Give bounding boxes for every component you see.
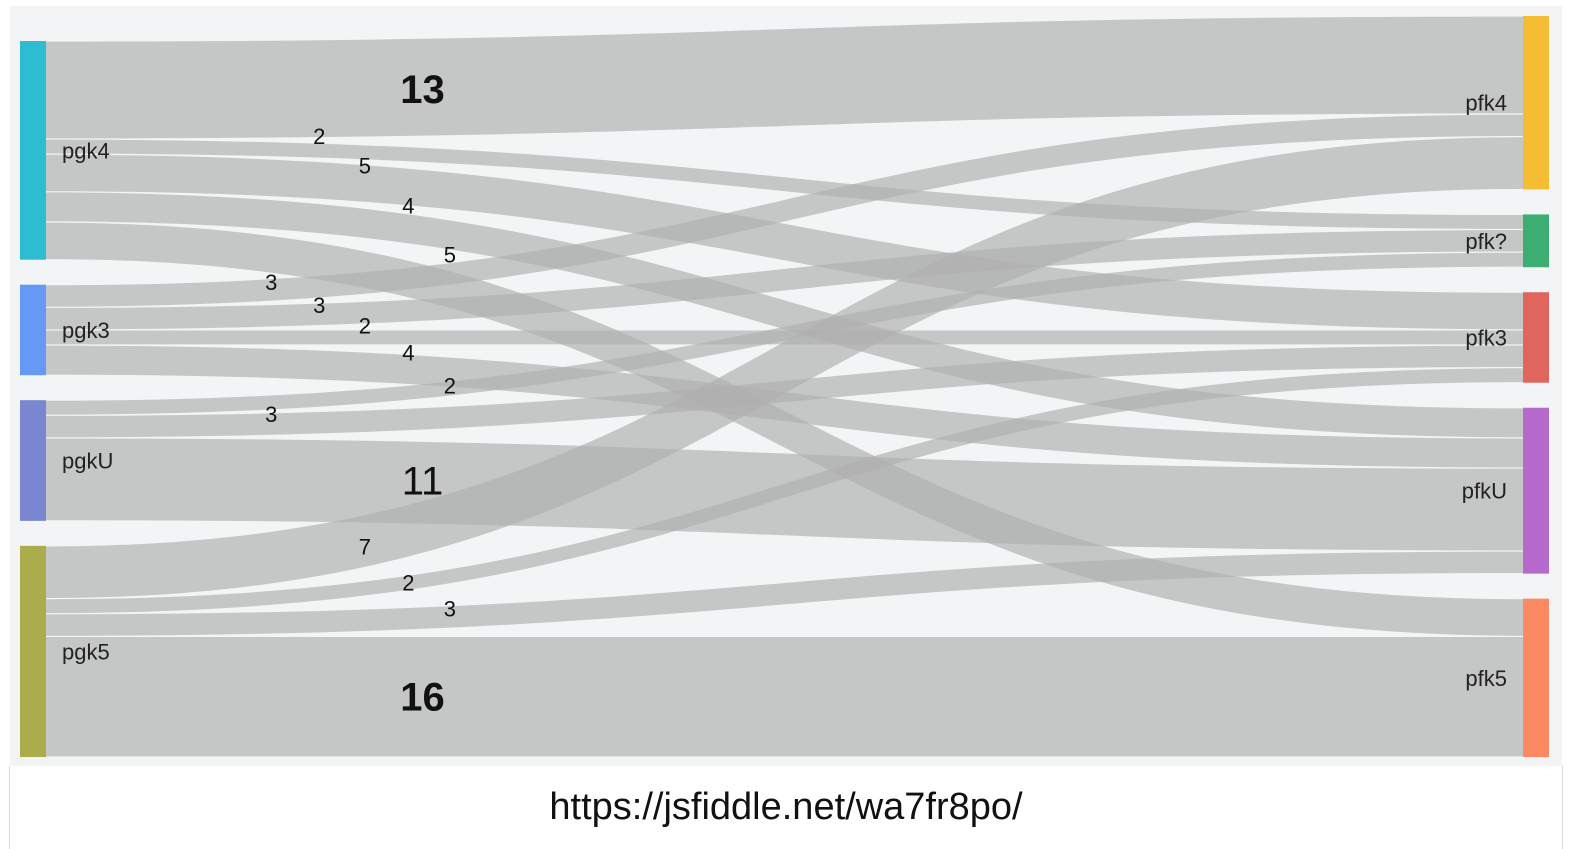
- flow-label-pgk5-pfkU: 3: [444, 597, 456, 622]
- flow-label-pgk4-pfk?: 2: [313, 124, 325, 149]
- footer-url[interactable]: https://jsfiddle.net/wa7fr8po/: [0, 786, 1572, 829]
- flow-label-pgk4-pfk5: 5: [444, 243, 456, 268]
- node-label-pfkq: pfk?: [1465, 229, 1507, 254]
- node-pgk5[interactable]: [20, 545, 46, 757]
- node-pgk4[interactable]: [20, 41, 46, 260]
- node-label-pfkU: pfkU: [1462, 479, 1507, 504]
- node-pfk4[interactable]: [1523, 16, 1549, 190]
- node-label-pfk4: pfk4: [1465, 91, 1507, 116]
- sankey-diagram: pgk4 pgk3 pgkU pgk5 pfk4 pfk? pfk3 pfkU pfk5 13 2 5…: [20, 16, 1549, 757]
- node-label-pgkU: pgkU: [62, 449, 113, 474]
- node-pfkU[interactable]: [1523, 407, 1549, 574]
- node-pfkq[interactable]: [1523, 214, 1549, 268]
- node-pfk3[interactable]: [1523, 292, 1549, 383]
- link-pgk4-pfk4[interactable]: [46, 16, 1523, 139]
- flow-label-pgk3-pfk?: 3: [313, 293, 325, 318]
- node-pgkU[interactable]: [20, 400, 46, 521]
- flow-label-pgkU-pfkU: 11: [402, 460, 444, 504]
- flow-label-pgk4-pfkU: 4: [402, 194, 414, 219]
- node-pfk5[interactable]: [1523, 598, 1549, 757]
- flow-label-pgk3-pfk3: 2: [359, 313, 371, 338]
- flow-label-pgk5-pfk5: 16: [400, 676, 445, 720]
- flow-label-pgk5-pfk3: 2: [402, 571, 414, 596]
- flow-label-pgk4-pfk4: 13: [400, 68, 445, 112]
- node-label-pgk5: pgk5: [62, 639, 110, 664]
- link-pgk5-pfk5[interactable]: [46, 636, 1523, 757]
- node-label-pfk3: pfk3: [1465, 325, 1507, 350]
- flow-label-pgk3-pfkU: 4: [402, 341, 414, 366]
- flow-label-pgkU-pfk3: 3: [265, 402, 277, 427]
- node-pgk3[interactable]: [20, 284, 46, 376]
- node-label-pgk4: pgk4: [62, 138, 110, 163]
- links-group: [46, 16, 1523, 757]
- flow-label-pgkU-pfk?: 2: [444, 374, 456, 399]
- node-label-pgk3: pgk3: [62, 318, 110, 343]
- node-label-pfk5: pfk5: [1465, 666, 1507, 691]
- flow-label-pgk3-pfk4: 3: [265, 270, 277, 295]
- flow-label-pgk4-pfk3: 5: [359, 154, 371, 179]
- flow-label-pgk5-pfk4: 7: [359, 534, 371, 559]
